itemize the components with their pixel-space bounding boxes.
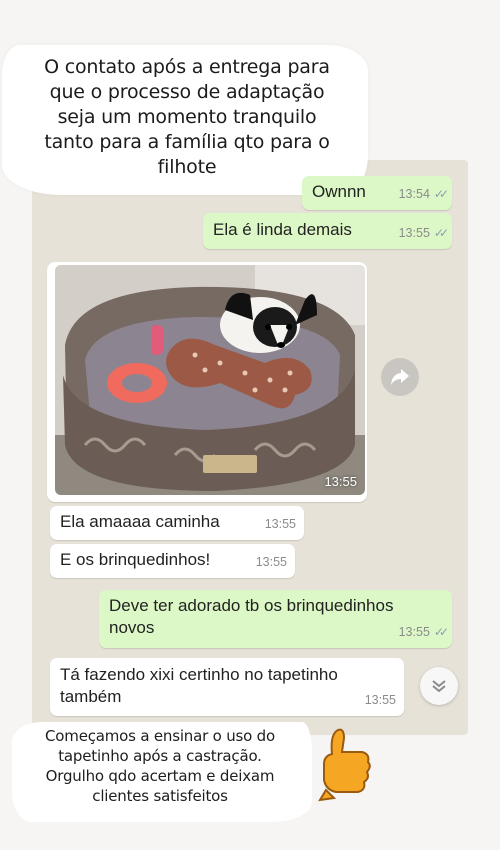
- read-ticks-icon: ✓✓: [433, 625, 449, 639]
- message-time: 13:55: [255, 555, 287, 569]
- puppy-photo[interactable]: 13:55: [55, 265, 365, 495]
- top-caption-text: O contato após a entrega para que o proc…: [44, 56, 330, 178]
- message-time: 13:55: [364, 693, 396, 707]
- message-bubble-adorado[interactable]: Deve ter adorado tb os brinquedinhos nov…: [99, 590, 452, 648]
- message-time: 13:55 ✓✓: [398, 222, 449, 244]
- read-ticks-icon: ✓✓: [433, 187, 449, 201]
- message-text: Deve ter adorado tb os brinquedinhos nov…: [109, 596, 394, 637]
- forward-button[interactable]: [381, 358, 419, 396]
- time-text: 13:55: [398, 226, 430, 240]
- puppy-in-bed-image: [55, 265, 365, 495]
- message-text: E os brinquedinhos!: [60, 550, 211, 569]
- forward-arrow-icon: [391, 369, 409, 385]
- bottom-caption-text: Começamos a ensinar o uso do tapetinho a…: [45, 727, 275, 805]
- message-time: 13:54 ✓✓: [398, 183, 449, 205]
- time-text: 13:54: [398, 187, 430, 201]
- message-bubble-ownnn[interactable]: Ownnn 13:54 ✓✓: [302, 176, 452, 210]
- message-text: Ownnn: [312, 182, 366, 201]
- time-text: 13:55: [398, 625, 430, 639]
- message-bubble-linda[interactable]: Ela é linda demais 13:55 ✓✓: [203, 213, 452, 249]
- message-time: 13:55 ✓✓: [398, 621, 449, 643]
- message-text: Ela é linda demais: [213, 220, 352, 239]
- message-time: 13:55: [264, 517, 296, 531]
- message-bubble-brinquedinhos[interactable]: E os brinquedinhos! 13:55: [50, 544, 295, 578]
- photo-time: 13:55: [324, 474, 357, 489]
- read-ticks-icon: ✓✓: [433, 226, 449, 240]
- message-text: Tá fazendo xixi certinho no tapetinho ta…: [60, 665, 338, 706]
- message-bubble-caminha[interactable]: Ela amaaaa caminha 13:55: [50, 506, 304, 540]
- message-text: Ela amaaaa caminha: [60, 512, 220, 531]
- thumbs-up-emoji-icon: [318, 728, 371, 802]
- message-bubble-xixi[interactable]: Tá fazendo xixi certinho no tapetinho ta…: [50, 658, 404, 716]
- scroll-down-button[interactable]: [420, 667, 458, 705]
- double-chevron-down-icon: [432, 680, 446, 693]
